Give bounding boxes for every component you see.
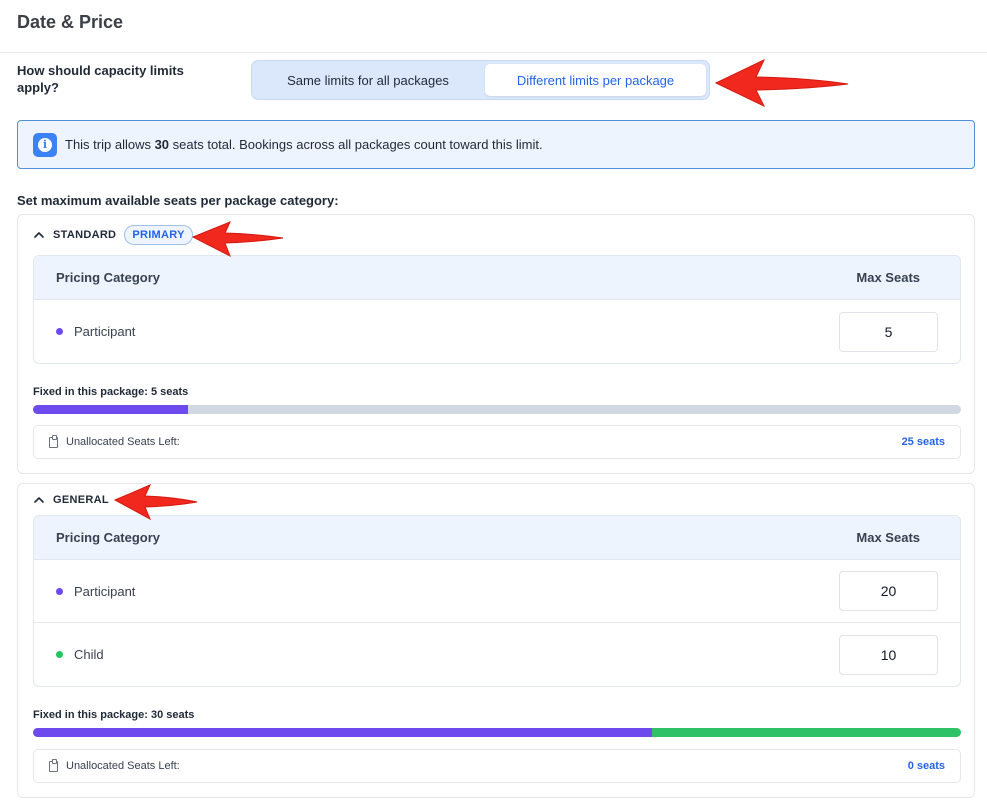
seat-allocation-bar [33, 728, 961, 737]
max-seats-input[interactable] [839, 571, 938, 611]
package-header[interactable]: STANDARD PRIMARY [33, 225, 193, 245]
progress-segment-child [651, 728, 961, 737]
category-name: Child [74, 647, 104, 662]
pricing-table: Pricing Category Max Seats Participant C… [33, 515, 961, 687]
annotation-arrow-icon [113, 484, 198, 521]
column-header-max-seats: Max Seats [856, 270, 920, 285]
same-limits-button[interactable]: Same limits for all packages [255, 64, 481, 96]
capacity-question-label: How should capacity limits apply? [17, 63, 184, 95]
max-seats-input[interactable] [839, 311, 938, 352]
total-seats: 30 [154, 137, 170, 152]
section-heading: Set maximum available seats per package … [17, 193, 339, 208]
unallocated-seats: Unallocated Seats Left: 0 seats [33, 749, 961, 783]
clipboard-icon [49, 758, 58, 772]
category-color-dot [56, 651, 63, 658]
capacity-mode-toggle: Same limits for all packages Different l… [251, 60, 710, 100]
package-header[interactable]: GENERAL [33, 490, 109, 510]
progress-segment-participant [33, 405, 188, 414]
capacity-info-banner: i This trip allows 30 seats total. Booki… [17, 120, 975, 169]
page-title: Date & Price [17, 12, 124, 32]
primary-badge: PRIMARY [124, 225, 193, 245]
fixed-seats-label: Fixed in this package: 30 seats [33, 709, 195, 721]
package-name: STANDARD [53, 229, 117, 241]
different-limits-button[interactable]: Different limits per package [485, 64, 706, 96]
table-row: Child [34, 623, 960, 686]
table-header: Pricing Category Max Seats [34, 516, 960, 560]
column-header-category: Pricing Category [56, 270, 161, 285]
page-header: Date & Price [0, 0, 987, 53]
category-name: Participant [74, 583, 136, 599]
info-icon: i [33, 132, 57, 157]
table-header: Pricing Category Max Seats [34, 256, 960, 300]
capacity-mode-row: How should capacity limits apply? Same l… [17, 60, 717, 100]
category-color-dot [56, 587, 63, 595]
category-color-dot [56, 328, 63, 335]
info-text: This trip allows 30 seats total. Booking… [65, 137, 543, 152]
annotation-arrow-icon [714, 58, 849, 108]
unallocated-seats: Unallocated Seats Left: 25 seats [33, 425, 961, 459]
unallocated-label: Unallocated Seats Left: [66, 436, 180, 448]
progress-segment-participant [33, 728, 652, 737]
max-seats-input[interactable] [839, 634, 938, 675]
unallocated-value: 25 seats [901, 436, 945, 448]
clipboard-icon [49, 434, 58, 448]
chevron-up-icon[interactable] [33, 494, 45, 506]
table-row: Participant [34, 560, 960, 623]
package-name: GENERAL [53, 494, 109, 506]
package-standard: STANDARD PRIMARY Pricing Category Max Se… [17, 214, 975, 474]
category-name: Participant [74, 324, 136, 339]
unallocated-value: 0 seats [907, 760, 945, 772]
unallocated-label: Unallocated Seats Left: [66, 760, 180, 772]
annotation-arrow-icon [191, 221, 284, 258]
package-general: GENERAL Pricing Category Max Seats Parti… [17, 483, 975, 798]
seat-allocation-bar [33, 405, 961, 414]
column-header-max-seats: Max Seats [856, 530, 920, 545]
column-header-category: Pricing Category [56, 530, 161, 545]
chevron-up-icon[interactable] [33, 229, 45, 241]
pricing-table: Pricing Category Max Seats Participant [33, 255, 961, 364]
fixed-seats-label: Fixed in this package: 5 seats [33, 386, 189, 398]
table-row: Participant [34, 300, 960, 363]
